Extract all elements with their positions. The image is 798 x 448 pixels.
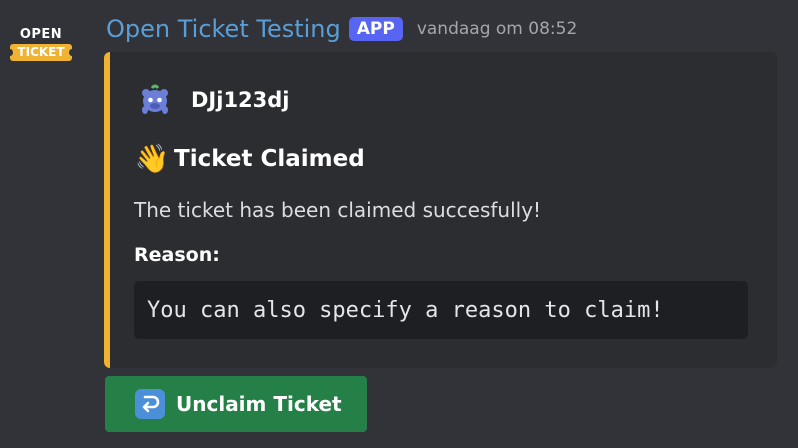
embed-field-name: Reason: bbox=[134, 244, 220, 266]
bot-username[interactable]: Open Ticket Testing bbox=[106, 15, 341, 43]
bot-avatar[interactable]: OPEN TICKET bbox=[7, 26, 75, 70]
app-badge: APP bbox=[348, 17, 403, 41]
return-arrow-icon bbox=[135, 389, 165, 419]
embed-field-code-block: You can also specify a reason to claim! bbox=[134, 281, 748, 339]
embed-title-text: Ticket Claimed bbox=[174, 146, 365, 172]
embed-title: 👋 Ticket Claimed bbox=[134, 142, 365, 176]
embed-card: DJj123dj 👋 Ticket Claimed The ticket has… bbox=[104, 52, 777, 368]
unclaim-ticket-button[interactable]: Unclaim Ticket bbox=[105, 376, 367, 432]
avatar-logo-open: OPEN bbox=[19, 27, 63, 42]
embed-author-name: DJj123dj bbox=[191, 88, 290, 112]
discord-mascot-icon bbox=[142, 84, 168, 114]
avatar-logo-ticket: TICKET bbox=[7, 44, 75, 61]
message-timestamp[interactable]: vandaag om 08:52 bbox=[417, 19, 577, 39]
unclaim-ticket-label: Unclaim Ticket bbox=[176, 392, 342, 416]
embed-description: The ticket has been claimed succesfully! bbox=[134, 198, 542, 222]
embed-accent-bar bbox=[104, 52, 110, 368]
message-header: Open Ticket Testing APP vandaag om 08:52 bbox=[106, 13, 577, 45]
waving-hand-icon: 👋 bbox=[134, 142, 170, 175]
embed-author: DJj123dj bbox=[138, 83, 290, 117]
